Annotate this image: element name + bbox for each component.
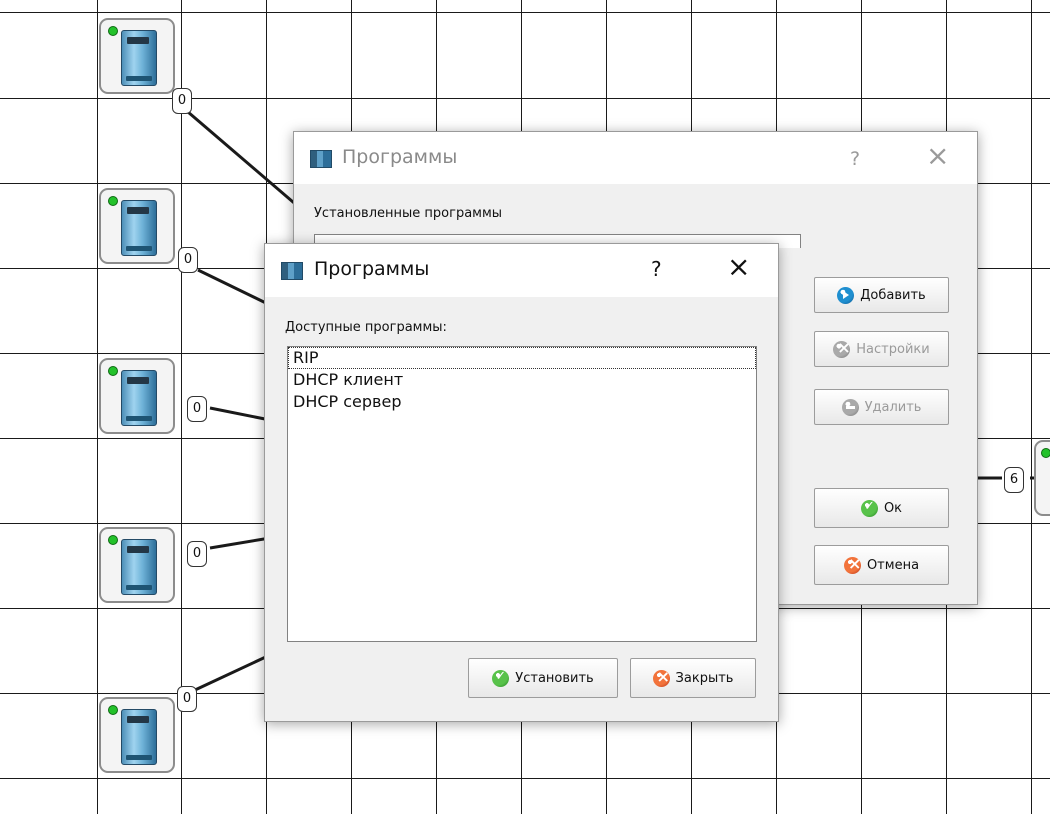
install-button-label: Установить — [515, 670, 594, 686]
port-label[interactable]: 0 — [178, 247, 198, 273]
help-icon[interactable]: ? — [651, 258, 662, 280]
app-icon — [281, 262, 303, 280]
delete-icon — [841, 398, 859, 416]
settings-button[interactable]: Настройки — [814, 331, 949, 367]
status-led-icon — [1041, 448, 1050, 458]
section-label: Доступные программы: — [285, 320, 447, 335]
computer-node[interactable] — [99, 358, 175, 434]
computer-node[interactable] — [99, 527, 175, 603]
list-item[interactable]: RIP — [288, 347, 756, 369]
cancel-button-label: Отмена — [866, 557, 920, 573]
port-label[interactable]: 0 — [187, 541, 207, 567]
wire-1 — [187, 110, 301, 210]
computer-icon — [121, 370, 157, 426]
computer-icon — [121, 30, 157, 86]
status-led-icon — [108, 705, 118, 715]
ok-button[interactable]: Ок — [814, 488, 949, 528]
wire-4 — [209, 536, 271, 550]
computer-icon — [121, 539, 157, 595]
wire-3 — [209, 406, 271, 422]
computer-icon — [121, 709, 157, 765]
port-label[interactable]: 6 — [1004, 467, 1024, 493]
settings-icon — [833, 338, 851, 358]
close-dialog-icon — [652, 667, 670, 687]
wire-5 — [194, 653, 271, 692]
ok-icon — [860, 499, 878, 517]
delete-button[interactable]: Удалить — [814, 389, 949, 425]
available-programs-list[interactable]: RIP DHCP клиент DHCP сервер — [287, 346, 757, 642]
install-icon — [492, 669, 510, 687]
port-label[interactable]: 0 — [187, 396, 207, 422]
list-item[interactable]: DHCP клиент — [288, 369, 756, 391]
wire-2 — [197, 268, 271, 307]
install-button[interactable]: Установить — [468, 658, 618, 698]
section-label: Установленные программы — [314, 206, 503, 221]
computer-node[interactable] — [99, 188, 175, 264]
add-icon — [837, 286, 855, 304]
close-button[interactable]: Закрыть — [630, 658, 756, 698]
add-button-label: Добавить — [860, 287, 926, 303]
help-icon[interactable]: ? — [850, 148, 860, 170]
delete-button-label: Удалить — [864, 399, 922, 415]
computer-node[interactable] — [99, 18, 175, 94]
status-led-icon — [108, 26, 118, 36]
available-programs-dialog: Программы ? × Доступные программы: RIP D… — [264, 243, 779, 722]
port-label[interactable]: 0 — [172, 88, 192, 114]
dialog-titlebar[interactable]: Программы ? × — [294, 132, 977, 184]
switch-node[interactable] — [1034, 440, 1050, 516]
computer-icon — [121, 200, 157, 256]
cancel-button[interactable]: Отмена — [814, 545, 949, 585]
cancel-icon — [843, 554, 861, 574]
close-icon[interactable]: × — [926, 142, 949, 170]
settings-button-label: Настройки — [856, 341, 930, 357]
close-icon[interactable]: × — [727, 253, 750, 281]
dialog-title: Программы — [342, 146, 458, 168]
add-button[interactable]: Добавить — [814, 277, 949, 313]
ok-button-label: Ок — [883, 500, 903, 516]
app-icon — [310, 150, 332, 168]
status-led-icon — [108, 535, 118, 545]
dialog-titlebar[interactable]: Программы ? × — [265, 244, 778, 297]
dialog-title: Программы — [314, 258, 430, 280]
list-item[interactable]: DHCP сервер — [288, 391, 756, 413]
status-led-icon — [108, 196, 118, 206]
port-label[interactable]: 0 — [177, 686, 197, 712]
computer-node[interactable] — [99, 697, 175, 773]
close-button-label: Закрыть — [675, 670, 734, 686]
status-led-icon — [108, 366, 118, 376]
